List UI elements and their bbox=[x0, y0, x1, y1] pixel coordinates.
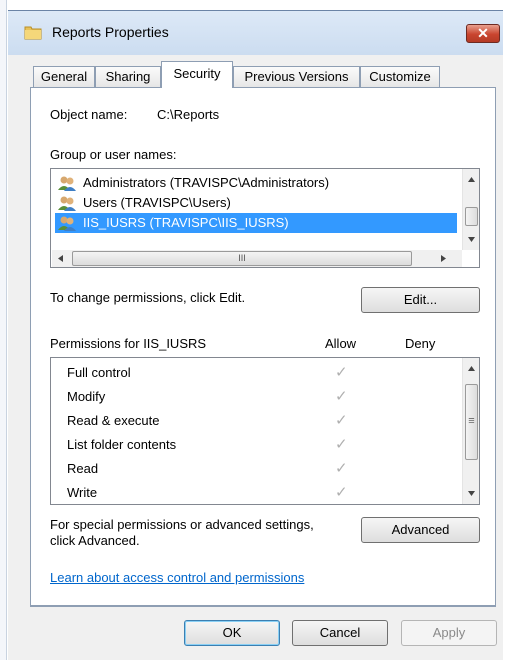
scroll-grip-icon: ≡ bbox=[468, 415, 475, 427]
allow-column-header: Allow bbox=[325, 336, 357, 351]
background-window-edge bbox=[0, 0, 7, 660]
arrow-up-icon bbox=[468, 177, 475, 182]
tab-general[interactable]: General bbox=[33, 66, 95, 87]
permission-label: Read & execute bbox=[67, 413, 160, 428]
permission-label: List folder contents bbox=[67, 437, 177, 452]
list-item-administrators[interactable]: Administrators (TRAVISPC\Administrators) bbox=[55, 173, 457, 193]
tab-general-label: General bbox=[40, 69, 88, 84]
group-user-names-label: Group or user names: bbox=[50, 147, 177, 162]
allow-check-icon: ✓ bbox=[335, 460, 348, 477]
arrow-down-icon bbox=[468, 237, 475, 242]
apply-button[interactable]: Apply bbox=[401, 620, 497, 646]
arrow-up-icon bbox=[468, 366, 475, 371]
permission-label: Full control bbox=[67, 365, 131, 380]
footer-divider bbox=[30, 606, 496, 607]
allow-check-icon: ✓ bbox=[335, 388, 348, 405]
advanced-button[interactable]: Advanced bbox=[361, 517, 480, 543]
list-item-label: Administrators (TRAVISPC\Administrators) bbox=[83, 175, 330, 190]
permissions-vertical-scrollbar[interactable]: ≡ bbox=[462, 358, 479, 504]
allow-check-icon: ✓ bbox=[335, 484, 348, 501]
permission-row-write: Write ✓ bbox=[51, 482, 461, 504]
apply-button-label: Apply bbox=[432, 625, 466, 640]
advanced-button-label: Advanced bbox=[391, 522, 450, 537]
close-icon: ✕ bbox=[477, 25, 489, 41]
permission-row-read: Read ✓ bbox=[51, 458, 461, 482]
list-item-iis-iusrs[interactable]: IIS_IUSRS (TRAVISPC\IIS_IUSRS) bbox=[55, 213, 457, 233]
tab-security-label: Security bbox=[173, 66, 221, 81]
group-list-vertical-scrollbar[interactable] bbox=[462, 169, 479, 250]
tab-security[interactable]: Security bbox=[161, 61, 233, 88]
tab-customize-label: Customize bbox=[369, 69, 431, 84]
permission-label: Write bbox=[67, 485, 98, 500]
close-button[interactable]: ✕ bbox=[466, 24, 500, 43]
permission-label: Modify bbox=[67, 389, 106, 404]
scroll-left-button[interactable] bbox=[52, 250, 69, 267]
deny-column-header: Deny bbox=[405, 336, 436, 351]
ok-button-label: OK bbox=[222, 625, 242, 640]
permissions-list: Full control ✓ Modify ✓ Read & execute ✓… bbox=[50, 357, 480, 505]
ok-button[interactable]: OK bbox=[184, 620, 280, 646]
advanced-hint-line2: click Advanced. bbox=[50, 533, 140, 548]
title-bar[interactable]: Reports Properties ✕ bbox=[8, 10, 503, 56]
users-group-icon bbox=[58, 176, 76, 191]
cancel-button[interactable]: Cancel bbox=[292, 620, 388, 646]
scroll-down-button[interactable] bbox=[463, 485, 479, 502]
group-user-list[interactable]: Administrators (TRAVISPC\Administrators)… bbox=[50, 168, 480, 268]
permission-row-read-execute: Read & execute ✓ bbox=[51, 410, 461, 434]
permission-row-full-control: Full control ✓ bbox=[51, 362, 461, 386]
folder-icon bbox=[24, 26, 42, 40]
permissions-header: Permissions for IIS_IUSRS bbox=[50, 336, 207, 351]
users-group-icon bbox=[58, 216, 76, 231]
tab-previous-versions-label: Previous Versions bbox=[244, 69, 349, 84]
scroll-grip-icon: III bbox=[238, 253, 246, 263]
horizontal-scroll-thumb[interactable]: III bbox=[72, 251, 412, 266]
object-name-label: Object name: bbox=[50, 107, 128, 122]
object-name-value: C:\Reports bbox=[157, 107, 220, 122]
edit-button[interactable]: Edit... bbox=[361, 287, 480, 313]
arrow-right-icon bbox=[441, 255, 446, 262]
allow-check-icon: ✓ bbox=[335, 364, 348, 381]
scroll-thumb[interactable]: ≡ bbox=[465, 384, 478, 460]
arrow-down-icon bbox=[468, 491, 475, 496]
scroll-down-button[interactable] bbox=[463, 231, 479, 248]
tab-customize[interactable]: Customize bbox=[360, 66, 440, 87]
properties-window: Reports Properties ✕ General Sharing Sec… bbox=[0, 0, 507, 660]
tab-sharing[interactable]: Sharing bbox=[95, 66, 161, 87]
edit-button-label: Edit... bbox=[403, 292, 438, 307]
scroll-up-button[interactable] bbox=[463, 360, 479, 377]
permission-label: Read bbox=[67, 461, 99, 476]
window-title: Reports Properties bbox=[52, 24, 169, 40]
group-list-horizontal-scrollbar[interactable]: III bbox=[52, 250, 462, 267]
list-item-label: IIS_IUSRS (TRAVISPC\IIS_IUSRS) bbox=[83, 215, 289, 230]
arrow-left-icon bbox=[58, 255, 63, 262]
users-group-icon bbox=[58, 196, 76, 211]
tab-sharing-label: Sharing bbox=[105, 69, 151, 84]
cancel-button-label: Cancel bbox=[319, 625, 361, 640]
change-permissions-hint: To change permissions, click Edit. bbox=[50, 290, 246, 305]
permission-row-list-folder-contents: List folder contents ✓ bbox=[51, 434, 461, 458]
learn-access-control-link[interactable]: Learn about access control and permissio… bbox=[50, 570, 304, 585]
allow-check-icon: ✓ bbox=[335, 412, 348, 429]
tab-previous-versions[interactable]: Previous Versions bbox=[233, 66, 360, 87]
list-item-label: Users (TRAVISPC\Users) bbox=[83, 195, 231, 210]
scroll-right-button[interactable] bbox=[435, 250, 452, 267]
permission-row-modify: Modify ✓ bbox=[51, 386, 461, 410]
scroll-up-button[interactable] bbox=[463, 171, 479, 188]
allow-check-icon: ✓ bbox=[335, 436, 348, 453]
advanced-hint-line1: For special permissions or advanced sett… bbox=[50, 517, 314, 532]
list-item-users[interactable]: Users (TRAVISPC\Users) bbox=[55, 193, 457, 213]
scroll-thumb[interactable] bbox=[465, 207, 478, 226]
